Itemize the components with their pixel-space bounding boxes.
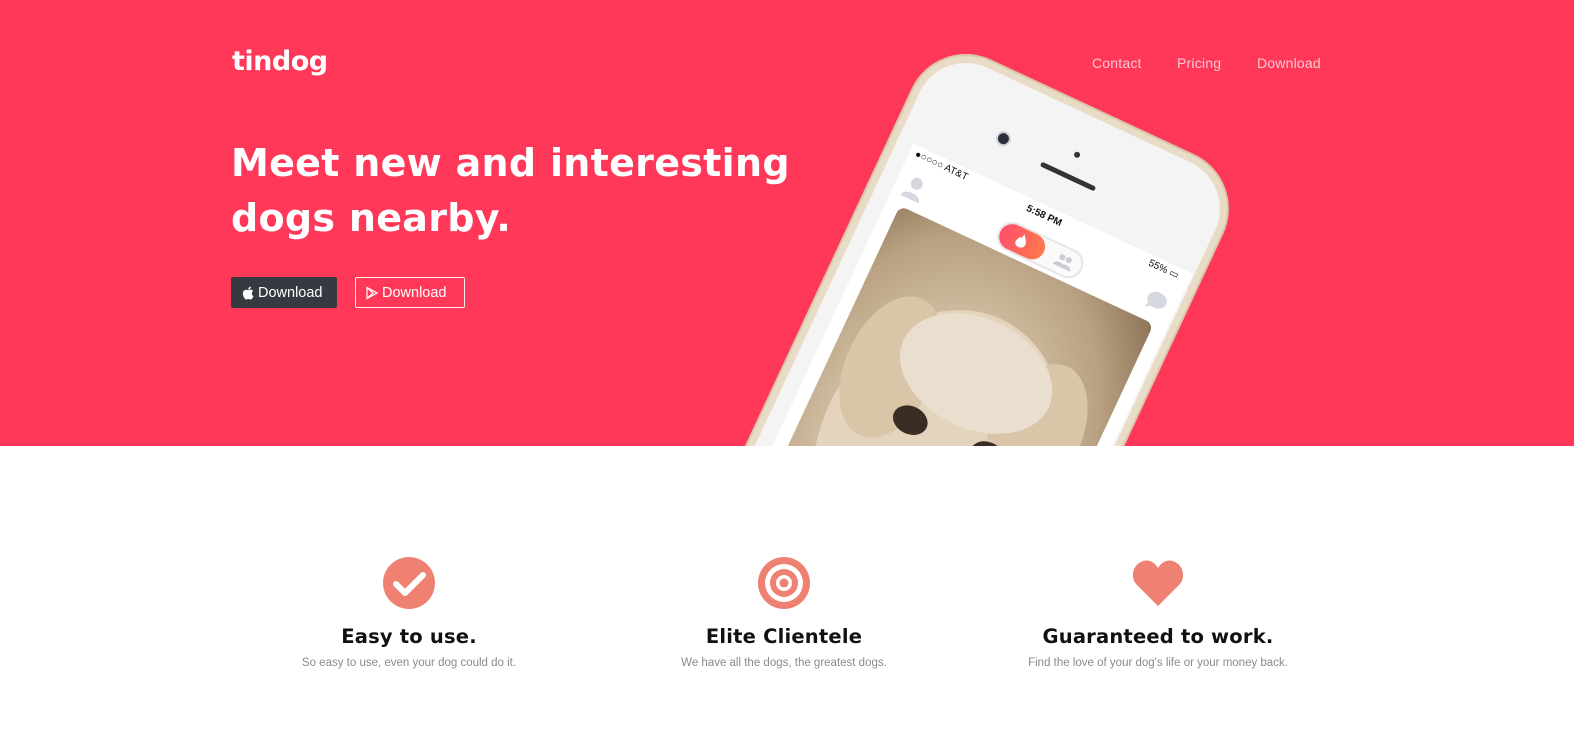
feature-text: We have all the dogs, the greatest dogs. [681, 657, 887, 669]
people-icon [1052, 254, 1072, 272]
status-carrier: ●○○○○ AT&T [912, 148, 970, 184]
google-play-icon [366, 285, 379, 300]
status-battery: 55% ▭ [1146, 257, 1181, 282]
phone-camera [996, 131, 1011, 146]
profile-icon [900, 177, 923, 204]
feature-text: So easy to use, even your dog could do i… [301, 657, 517, 669]
flame-icon [1015, 234, 1026, 248]
status-battery-percent: 55% [1146, 257, 1170, 277]
google-play-download-button[interactable]: Download [355, 277, 465, 308]
chat-icon [1144, 291, 1167, 309]
feature-title: Guaranteed to work. [1042, 625, 1274, 648]
feature-guaranteed: Guaranteed to work. Find the love of you… [993, 556, 1323, 669]
hero-title-line-2: dogs nearby. [231, 196, 512, 240]
feature-title: Elite Clientele [705, 625, 863, 648]
apple-icon [242, 286, 255, 300]
dog-photo [730, 205, 1154, 446]
nav-contact-link[interactable]: Contact [1092, 55, 1142, 71]
nav-pricing-link[interactable]: Pricing [1177, 55, 1221, 71]
phone-earpiece [1039, 161, 1097, 192]
apple-download-label: Download [258, 284, 323, 301]
toggle-active-segment [994, 219, 1050, 264]
bullseye-icon [758, 557, 810, 609]
feature-text: Find the love of your dog's life or your… [1028, 657, 1288, 669]
hero-title-line-1: Meet new and interesting [231, 141, 790, 185]
feature-easy-to-use: Easy to use. So easy to use, even your d… [244, 556, 574, 669]
feature-title: Easy to use. [341, 625, 477, 648]
status-carrier-name: AT&T [942, 162, 970, 184]
check-circle-icon [383, 557, 435, 609]
dog-illustration [812, 296, 1088, 446]
app-mode-toggle [992, 217, 1089, 284]
phone-status-bar: ●○○○○ AT&T 5:58 PM 55% ▭ [911, 148, 1186, 288]
nav-download-link[interactable]: Download [1257, 55, 1321, 71]
app-top-bar [888, 162, 1184, 328]
feature-elite-clientele: Elite Clientele We have all the dogs, th… [619, 556, 949, 669]
brand-logo[interactable]: tindog [232, 46, 328, 77]
hero-section: tindog Contact Pricing Download Meet new… [0, 0, 1574, 446]
status-time: 5:58 PM [1024, 203, 1064, 230]
google-play-download-label: Download [382, 284, 447, 301]
top-nav: Contact Pricing Download [1080, 55, 1330, 73]
apple-download-button[interactable]: Download [231, 277, 337, 308]
heart-icon [1132, 560, 1184, 606]
hero-title: Meet new and interesting dogs nearby. [231, 136, 791, 246]
phone-sensor [1073, 150, 1082, 159]
